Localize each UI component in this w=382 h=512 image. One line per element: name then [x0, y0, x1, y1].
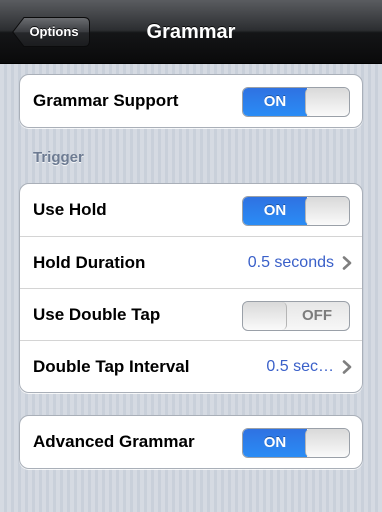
toggle-knob — [243, 302, 287, 330]
hold-duration-value: 0.5 seconds — [247, 254, 334, 271]
advanced-grammar-toggle[interactable]: ON — [242, 428, 350, 458]
toggle-knob — [305, 429, 349, 457]
double-tap-interval-row[interactable]: Double Tap Interval 0.5 sec… — [20, 340, 362, 392]
double-tap-interval-label: Double Tap Interval — [33, 357, 190, 376]
navigation-bar: Options Grammar — [0, 0, 382, 64]
page-title: Grammar — [146, 21, 236, 43]
grammar-support-label: Grammar Support — [33, 91, 179, 110]
advanced-grammar-label: Advanced Grammar — [33, 432, 195, 451]
grammar-support-toggle[interactable]: ON — [242, 87, 350, 117]
advanced-grammar-group: Advanced Grammar ON — [19, 415, 363, 469]
use-hold-label: Use Hold — [33, 200, 107, 219]
toggle-on-text: ON — [243, 429, 307, 457]
double-tap-interval-value: 0.5 sec… — [266, 358, 334, 375]
use-hold-toggle[interactable]: ON — [242, 196, 350, 226]
use-hold-row: Use Hold ON — [20, 184, 362, 236]
chevron-right-icon — [342, 360, 352, 374]
grammar-support-group: Grammar Support ON — [19, 74, 363, 128]
toggle-on-text: ON — [243, 88, 307, 116]
hold-duration-label: Hold Duration — [33, 253, 146, 272]
trigger-group: Use Hold ON Hold Duration 0.5 seconds Us… — [19, 183, 363, 393]
use-double-tap-row: Use Double Tap OFF — [20, 288, 362, 340]
back-button-label: Options — [29, 24, 79, 39]
advanced-grammar-row: Advanced Grammar ON — [20, 416, 362, 468]
chevron-right-icon — [342, 256, 352, 270]
back-button[interactable]: Options — [12, 17, 90, 47]
toggle-off-text: OFF — [302, 307, 332, 324]
use-double-tap-label: Use Double Tap — [33, 305, 161, 324]
grammar-support-row: Grammar Support ON — [20, 75, 362, 127]
toggle-knob — [305, 88, 349, 116]
hold-duration-row[interactable]: Hold Duration 0.5 seconds — [20, 236, 362, 288]
use-double-tap-toggle[interactable]: OFF — [242, 301, 350, 331]
toggle-on-text: ON — [243, 197, 307, 225]
toggle-knob — [305, 197, 349, 225]
section-header-trigger: Trigger — [33, 149, 84, 166]
